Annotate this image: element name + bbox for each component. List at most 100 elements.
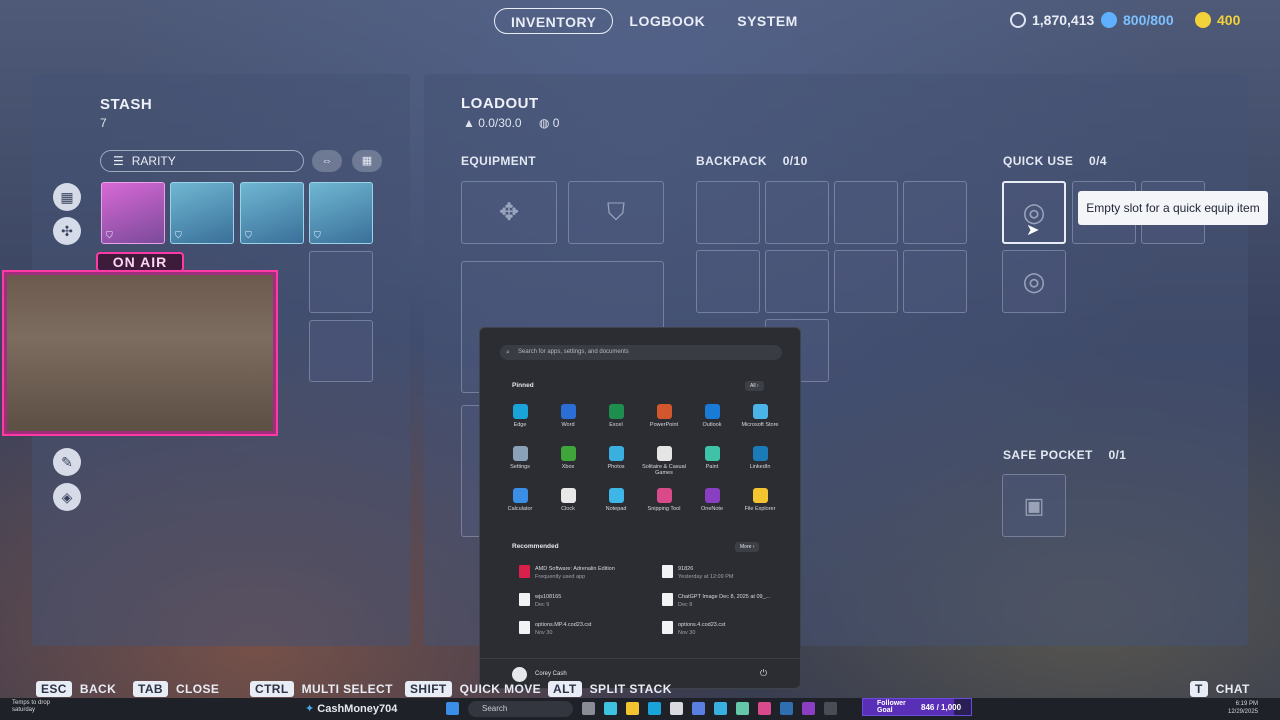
file-explorer-icon[interactable] (626, 702, 639, 715)
app-icon[interactable] (714, 702, 727, 715)
recommended-item[interactable]: wjs108165 Dec 9 (519, 593, 561, 609)
follower-goal-value: 846 / 1,000 (921, 703, 962, 712)
recommended-item[interactable]: AMD Software: Adrenalin Edition Frequentl… (519, 565, 615, 581)
stash-slot[interactable]: ⛉ (170, 182, 234, 244)
filter-icon: ☰ (113, 154, 124, 168)
tab-logbook[interactable]: LOGBOOK (613, 8, 721, 34)
hint-split-stack[interactable]: ALT SPLIT STACK (548, 681, 672, 697)
wrench-icon[interactable]: ✎ (53, 448, 81, 476)
more-button[interactable]: More › (735, 542, 760, 552)
task-view-icon[interactable] (582, 702, 595, 715)
esc-key: ESC (36, 681, 72, 697)
grid-icon[interactable]: ▦ (53, 183, 81, 211)
app-label: Xbox (561, 464, 575, 470)
start-search-input[interactable]: ⌕ Search for apps, settings, and documen… (500, 345, 782, 360)
shield-icon: ⛉ (106, 230, 113, 240)
taskbar-search[interactable]: Search (468, 701, 573, 717)
pinned-app[interactable]: Microsoft Store (736, 404, 784, 428)
pinned-app[interactable]: Solitaire & Casual Games (640, 446, 688, 476)
hint-quick-move[interactable]: SHIFT QUICK MOVE (405, 681, 541, 697)
tab-system[interactable]: SYSTEM (721, 8, 814, 34)
backpack-slot[interactable] (834, 181, 898, 244)
pinned-app[interactable]: Snipping Tool (640, 488, 688, 512)
rec-title: options.4.cod23.cst (678, 622, 726, 628)
pinned-app[interactable]: File Explorer (736, 488, 784, 512)
stash-slot[interactable] (309, 320, 373, 382)
app-icon (656, 488, 672, 503)
recommended-item[interactable]: options.4.cod23.cst Nov 30 (662, 621, 726, 637)
app-icon[interactable] (736, 702, 749, 715)
quick-use-label-text: QUICK USE (1003, 154, 1074, 168)
backpack-slot[interactable] (903, 250, 967, 313)
power-icon[interactable]: ⏻ (760, 668, 767, 679)
sort-button[interactable]: ⇔ (312, 150, 342, 172)
app-icon (608, 488, 624, 503)
windows-icon[interactable] (446, 702, 459, 715)
pinned-app[interactable]: Photos (592, 446, 640, 470)
backpack-slot[interactable] (765, 250, 829, 313)
app-icon[interactable] (824, 702, 837, 715)
backpack-slot[interactable] (696, 181, 760, 244)
pinned-app[interactable]: Excel (592, 404, 640, 428)
app-label: Outlook (702, 422, 722, 428)
hint-back[interactable]: ESC BACK (36, 681, 116, 697)
weapon-slot-2[interactable] (461, 405, 481, 537)
app-icon[interactable] (692, 702, 705, 715)
cube-icon[interactable]: ◈ (53, 483, 81, 511)
pinned-app[interactable]: Edge (496, 404, 544, 428)
app-label: Microsoft Store (741, 422, 779, 428)
pinned-app[interactable]: LinkedIn (736, 446, 784, 470)
app-icon (608, 404, 624, 419)
backpack-slot[interactable] (696, 250, 760, 313)
augment-slot[interactable]: ✥ (461, 181, 557, 244)
backpack-slot[interactable] (765, 181, 829, 244)
recommended-item[interactable]: 91826 Yesterday at 12:09 PM (662, 565, 733, 581)
edge-icon[interactable] (648, 702, 661, 715)
cursor-icon: ➤ (1026, 222, 1040, 239)
stash-slot[interactable] (309, 251, 373, 313)
pinned-app[interactable]: Notepad (592, 488, 640, 512)
pinned-app[interactable]: Clock (544, 488, 592, 512)
pinned-app[interactable]: PowerPoint (640, 404, 688, 428)
app-icon (752, 488, 768, 503)
backpack-slot[interactable] (903, 181, 967, 244)
pinned-app[interactable]: Paint (688, 446, 736, 470)
hint-multi-select[interactable]: CTRL MULTI SELECT (250, 681, 393, 697)
clock[interactable]: 6:19 PM 12/29/2025 (1228, 700, 1258, 716)
app-icon[interactable] (758, 702, 771, 715)
safe-pocket-label-text: SAFE POCKET (1003, 448, 1093, 462)
view-button[interactable]: ▦ (352, 150, 382, 172)
stash-slot[interactable]: ⛉ (101, 182, 165, 244)
pinned-app[interactable]: Outlook (688, 404, 736, 428)
value-icon: ◍ (538, 116, 550, 130)
stash-slot[interactable]: ⛉ (309, 182, 373, 244)
pinned-app[interactable]: Xbox (544, 446, 592, 470)
recommended-item[interactable]: ChatGPT Image Dec 8, 2025 at 09_... Dec 8 (662, 593, 770, 609)
user-name[interactable]: Corey Cash (535, 671, 567, 677)
hint-close[interactable]: TAB CLOSE (133, 681, 219, 697)
stash-slot[interactable]: ⛉ (240, 182, 304, 244)
app-icon[interactable] (670, 702, 683, 715)
taskbar: Temps to drop saturday ✦ CashMoney704 Se… (0, 698, 1280, 720)
pinned-app[interactable]: OneNote (688, 488, 736, 512)
widgets-icon[interactable] (604, 702, 617, 715)
tab-inventory[interactable]: INVENTORY (494, 8, 614, 34)
pinned-app[interactable]: Word (544, 404, 592, 428)
hint-chat[interactable]: T CHAT (1190, 681, 1250, 697)
recommended-item[interactable]: options.MP.4.cod23.cst Nov 30 (519, 621, 591, 637)
shield-slot[interactable]: ⛉ (568, 181, 664, 244)
pinned-app[interactable]: Calculator (496, 488, 544, 512)
all-apps-button[interactable]: All › (745, 381, 764, 391)
parts-icon[interactable]: ✣ (53, 217, 81, 245)
steam-icon[interactable] (780, 702, 793, 715)
pinned-app[interactable]: Settings (496, 446, 544, 470)
tab-key: TAB (133, 681, 168, 697)
more-label: More (740, 544, 752, 550)
app-icon[interactable] (802, 702, 815, 715)
rarity-filter[interactable]: ☰ RARITY (100, 150, 304, 172)
weather-widget[interactable]: Temps to drop saturday (12, 700, 72, 714)
safe-pocket-slot[interactable]: ▣ (1002, 474, 1066, 537)
avatar[interactable] (512, 667, 527, 682)
backpack-slot[interactable] (834, 250, 898, 313)
quick-use-slot[interactable]: ◎ (1002, 250, 1066, 313)
